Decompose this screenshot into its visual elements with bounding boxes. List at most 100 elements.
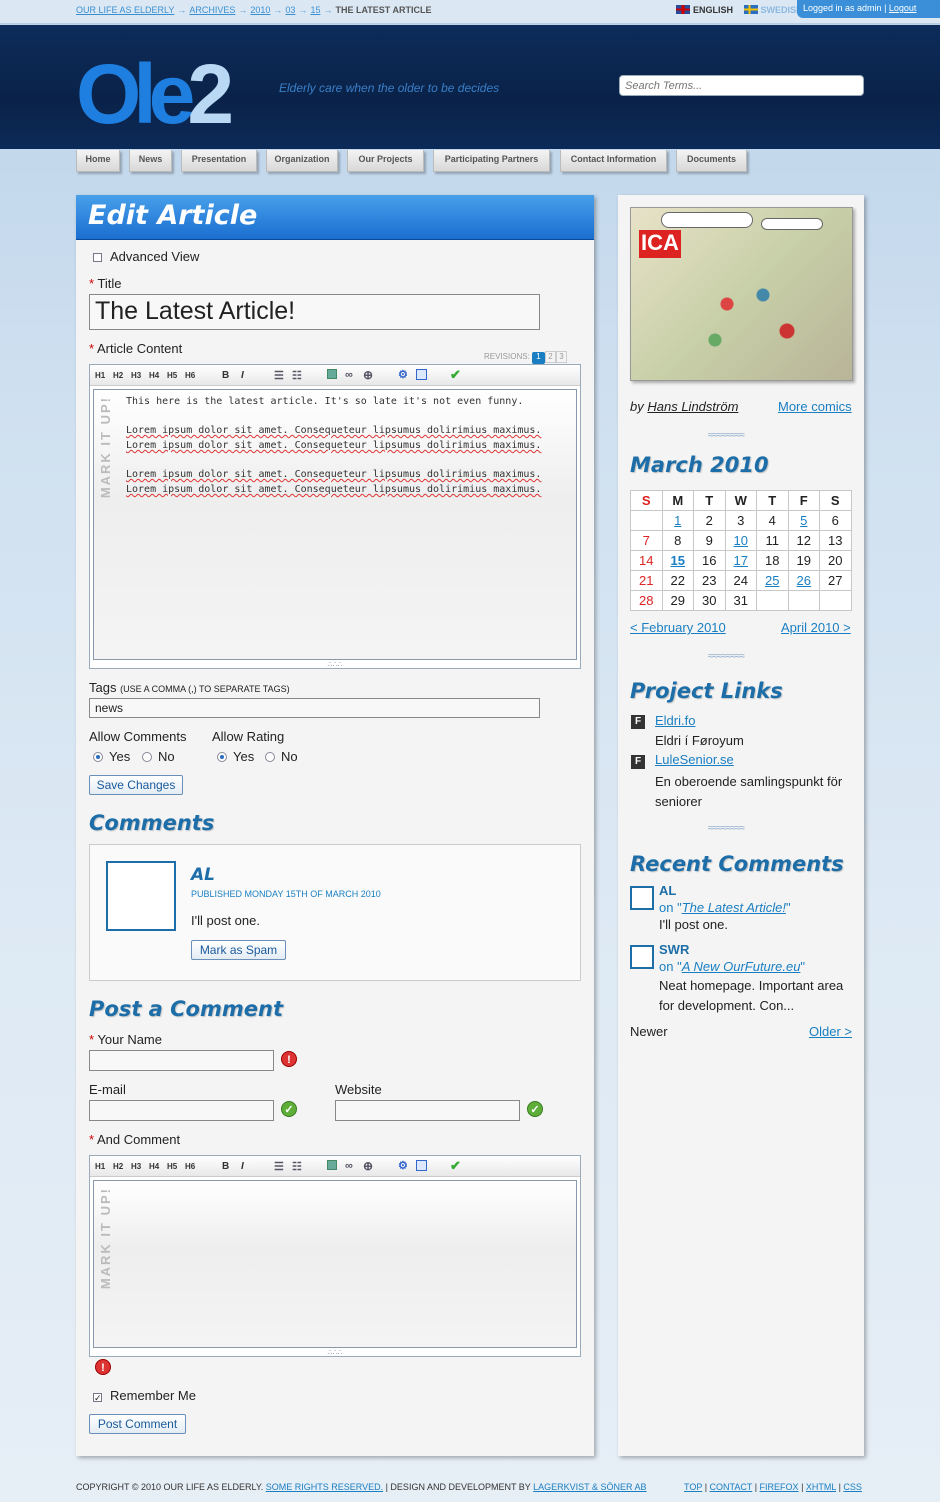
comments-no-option[interactable]: No <box>142 749 175 764</box>
preview-icon[interactable] <box>416 1160 427 1171</box>
italic-button[interactable]: I <box>241 1161 244 1172</box>
recent-comment-author[interactable]: SWR <box>659 942 689 957</box>
developer-link[interactable]: Lagerkvist & Söner AB <box>533 1482 646 1492</box>
bullet-list-icon[interactable]: ☰ <box>274 369 284 382</box>
breadcrumb-link-year[interactable]: 2010 <box>250 5 270 15</box>
title-field[interactable]: The Latest Article! <box>89 294 540 330</box>
article-textarea[interactable]: MARK IT UP! This here is the latest arti… <box>93 389 577 660</box>
preview-icon[interactable] <box>416 369 427 380</box>
website-field[interactable] <box>335 1100 520 1121</box>
zoom-icon[interactable]: ⊕ <box>363 1159 373 1173</box>
nav-contact-information[interactable]: Contact Information <box>560 150 667 172</box>
rating-yes-option[interactable]: Yes <box>217 749 254 764</box>
post-comment-button[interactable]: Post Comment <box>89 1414 186 1434</box>
zoom-icon[interactable]: ⊕ <box>363 368 373 382</box>
calendar-day-link[interactable]: 26 <box>787 570 820 591</box>
nav-news[interactable]: News <box>129 150 172 172</box>
bold-button[interactable]: B <box>222 370 229 381</box>
clean-icon[interactable]: ⚙ <box>398 368 408 381</box>
revision-2[interactable]: 2 <box>545 351 557 363</box>
your-name-field[interactable] <box>89 1050 274 1071</box>
calendar-day-link[interactable]: 10 <box>724 530 757 551</box>
image-icon[interactable] <box>327 369 337 379</box>
link-icon[interactable]: ∞ <box>345 369 353 381</box>
lang-english[interactable]: ENGLISH <box>693 5 733 15</box>
h6-button[interactable]: H6 <box>185 371 195 380</box>
remember-me-checkbox[interactable]: ✓ <box>93 1393 102 1403</box>
h5-button[interactable]: H5 <box>167 1162 177 1171</box>
checkmark-icon[interactable]: ✔ <box>450 367 461 383</box>
recent-comment-author[interactable]: AL <box>659 883 676 898</box>
comment-textarea[interactable]: MARK IT UP! <box>93 1180 577 1348</box>
clean-icon[interactable]: ⚙ <box>398 1159 408 1172</box>
project-link-lulesenior[interactable]: LuleSenior.se <box>655 752 734 767</box>
h4-button[interactable]: H4 <box>149 1162 159 1171</box>
save-changes-button[interactable]: Save Changes <box>89 775 183 795</box>
italic-button[interactable]: I <box>241 370 244 381</box>
numbered-list-icon[interactable]: ☷ <box>292 369 302 382</box>
breadcrumb-link-day[interactable]: 15 <box>310 5 320 15</box>
recent-comment-post-link[interactable]: The Latest Article! <box>682 900 786 915</box>
rating-no-radio[interactable] <box>265 752 275 762</box>
rating-no-option[interactable]: No <box>265 749 298 764</box>
logout-link[interactable]: Logout <box>889 3 917 13</box>
nav-home[interactable]: Home <box>76 150 120 172</box>
checkmark-icon[interactable]: ✔ <box>450 1158 461 1174</box>
bold-button[interactable]: B <box>222 1161 229 1172</box>
h3-button[interactable]: H3 <box>131 371 141 380</box>
advanced-view-toggle[interactable]: Advanced View <box>93 249 199 264</box>
nav-presentation[interactable]: Presentation <box>181 150 257 172</box>
older-link[interactable]: Older > <box>809 1024 852 1039</box>
h1-button[interactable]: H1 <box>95 1162 105 1171</box>
artist-link[interactable]: Hans Lindström <box>647 399 738 414</box>
search-input[interactable] <box>619 75 864 96</box>
breadcrumb-link-home[interactable]: Our life as elderly <box>76 5 174 15</box>
revision-3[interactable]: 3 <box>556 351 568 363</box>
footer-link-xhtml[interactable]: XHTML <box>806 1482 836 1492</box>
comments-yes-radio[interactable] <box>93 752 103 762</box>
project-link-eldri[interactable]: Eldri.fo <box>655 713 695 728</box>
more-comics-link[interactable]: More comics <box>778 399 852 414</box>
h2-button[interactable]: H2 <box>113 1162 123 1171</box>
h3-button[interactable]: H3 <box>131 1162 141 1171</box>
footer-link-top[interactable]: Top <box>684 1482 702 1492</box>
resize-handle[interactable]: ∴∴∴ <box>90 661 580 669</box>
nav-organization[interactable]: Organization <box>266 150 338 172</box>
h1-button[interactable]: H1 <box>95 371 105 380</box>
comic-image[interactable]: ICA <box>630 207 853 381</box>
rating-yes-radio[interactable] <box>217 752 227 762</box>
rights-link[interactable]: Some rights reserved. <box>266 1482 383 1492</box>
nav-our-projects[interactable]: Our Projects <box>347 150 424 172</box>
tags-field[interactable]: news <box>89 698 540 718</box>
breadcrumb-link-month[interactable]: 03 <box>285 5 295 15</box>
calendar-day-link[interactable]: 1 <box>661 510 694 531</box>
calendar-day-link[interactable]: 17 <box>724 550 757 571</box>
prev-month-link[interactable]: < February 2010 <box>630 620 726 635</box>
calendar-day-link[interactable]: 25 <box>756 570 789 591</box>
breadcrumb-link-archives[interactable]: Archives <box>189 5 235 15</box>
image-icon[interactable] <box>327 1160 337 1170</box>
numbered-list-icon[interactable]: ☷ <box>292 1160 302 1173</box>
site-logo[interactable]: Ole2 <box>76 52 234 136</box>
comments-yes-option[interactable]: Yes <box>93 749 130 764</box>
h4-button[interactable]: H4 <box>149 371 159 380</box>
calendar-day-today[interactable]: 15 <box>661 550 694 571</box>
resize-handle[interactable]: ∴∴∴ <box>90 1349 580 1357</box>
recent-comment-post-link[interactable]: A New OurFuture.eu <box>682 959 801 974</box>
h5-button[interactable]: H5 <box>167 371 177 380</box>
h2-button[interactable]: H2 <box>113 371 123 380</box>
advanced-view-checkbox[interactable] <box>93 253 102 262</box>
bullet-list-icon[interactable]: ☰ <box>274 1160 284 1173</box>
remember-me-option[interactable]: ✓ Remember Me <box>93 1388 196 1403</box>
mark-as-spam-button[interactable]: Mark as Spam <box>191 940 286 960</box>
nav-participating-partners[interactable]: Participating Partners <box>433 150 550 172</box>
nav-documents[interactable]: Documents <box>676 150 747 172</box>
comments-no-radio[interactable] <box>142 752 152 762</box>
revision-1[interactable]: 1 <box>532 352 546 364</box>
h6-button[interactable]: H6 <box>185 1162 195 1171</box>
link-icon[interactable]: ∞ <box>345 1160 353 1172</box>
footer-link-firefox[interactable]: Firefox <box>760 1482 799 1492</box>
footer-link-contact[interactable]: Contact <box>710 1482 753 1492</box>
calendar-day-link[interactable]: 5 <box>787 510 820 531</box>
next-month-link[interactable]: April 2010 > <box>781 620 851 635</box>
